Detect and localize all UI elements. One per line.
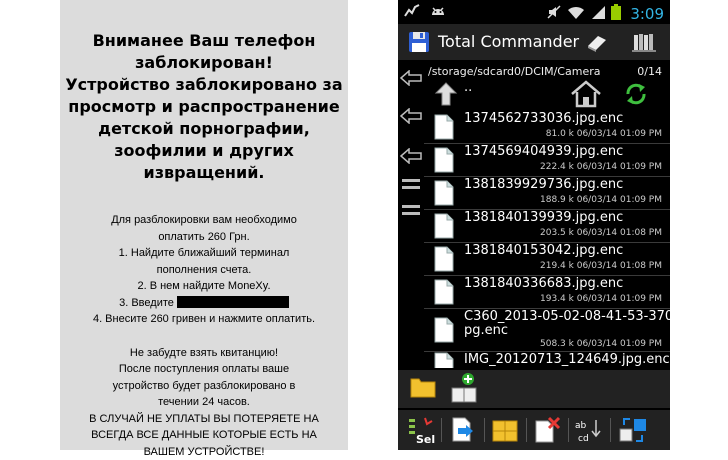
selection-count: 0/14 <box>637 65 662 78</box>
file-meta: 203.5 k 06/03/14 01:08 PM <box>540 228 662 238</box>
file-meta: 508.3 k 06/03/14 01:09 PM <box>540 339 662 349</box>
add-drive-icon[interactable] <box>450 372 478 404</box>
file-row[interactable]: 1381840336683.jpg.enc 193.4 k 06/03/14 0… <box>424 276 670 309</box>
file-icon <box>434 317 454 343</box>
warning-line: После поступления оплаты ваше <box>60 361 348 378</box>
eraser-icon[interactable] <box>584 32 610 52</box>
quick-actions-bar <box>398 370 670 408</box>
file-meta: 81.0 k 06/03/14 01:09 PM <box>546 129 662 139</box>
file-name: 1381840139939.jpg.enc <box>464 210 623 225</box>
file-name: C360_2013-05-02-08-41-53-370.j <box>464 309 681 324</box>
file-name: 1374562733036.jpg.enc <box>464 111 623 126</box>
warning-line: течении 24 часов. <box>60 394 348 411</box>
menu-lines-icon[interactable] <box>400 176 422 192</box>
bookshelf-icon[interactable] <box>632 32 656 52</box>
file-name: 1381839929736.jpg.enc <box>464 177 623 192</box>
headline-line: Вниманее Ваш телефон <box>60 30 348 52</box>
redaction-bar <box>177 296 289 308</box>
file-row[interactable]: C360_2013-05-02-08-41-53-370.j pg.enc 50… <box>424 309 670 352</box>
file-icon <box>434 279 454 305</box>
warning-line: В СЛУЧАЙ НЕ УПЛАТЫ ВЫ ПОТЕРЯЕТЕ НА <box>60 411 348 428</box>
signal-graph-icon <box>404 3 420 19</box>
headline-line: Устройство заблокировано за <box>60 74 348 96</box>
battery-icon <box>611 4 621 24</box>
ransom-screen: Вниманее Ваш телефон заблокирован! Устро… <box>60 0 348 450</box>
up-arrow-icon[interactable] <box>434 82 458 106</box>
headline-line: зоофилии и других <box>60 140 348 162</box>
back-arrow-icon[interactable] <box>400 148 422 164</box>
file-row[interactable]: 1374569404939.jpg.enc 222.4 k 06/03/14 0… <box>424 144 670 177</box>
file-row[interactable]: 1381840153042.jpg.enc 219.4 k 06/03/14 0… <box>424 243 670 276</box>
file-name: 1381840153042.jpg.enc <box>464 243 623 258</box>
delete-icon[interactable] <box>532 415 562 445</box>
current-path: /storage/sdcard0/DCIM/Camera <box>428 65 600 78</box>
svg-text:Sel: Sel <box>416 433 435 445</box>
step3-label: 3. Введите <box>119 297 174 309</box>
side-navigation <box>398 60 424 410</box>
instruction-line: 2. В нем найдите MoneXy. <box>60 278 348 295</box>
file-icon <box>434 180 454 206</box>
warning-line: ВСЕГДА ВСЕ ДАННЫЕ КОТОРЫЕ ЕСТЬ НА <box>60 427 348 444</box>
instruction-step3: 3. Введите <box>60 295 348 312</box>
warning-line: Не забудте взять квитанцию! <box>60 345 348 362</box>
archive-icon[interactable] <box>490 415 520 445</box>
parent-directory-row[interactable]: .. <box>424 78 670 110</box>
select-icon[interactable]: Sel <box>406 415 436 445</box>
file-meta: 193.4 k 06/03/14 01:09 PM <box>540 294 662 304</box>
file-icon <box>434 114 454 140</box>
file-row[interactable]: 1381840139939.jpg.enc 203.5 k 06/03/14 0… <box>424 210 670 243</box>
instruction-line: Для разблокировки вам необходимо <box>60 212 348 229</box>
warning-line: устройство будет разблокировано в <box>60 378 348 395</box>
headline-line: просмотр и распространение <box>60 96 348 118</box>
file-icon <box>434 213 454 239</box>
file-name: IMG_20120713_124649.jpg.enc <box>464 352 670 367</box>
file-meta: 188.9 k 06/03/14 01:09 PM <box>540 195 662 205</box>
file-name-continued: pg.enc <box>464 323 508 338</box>
toolbar: Sel ab cd <box>398 410 670 450</box>
floppy-disk-icon[interactable] <box>408 31 430 53</box>
instruction-line: 1. Найдите ближайший терминал <box>60 245 348 262</box>
file-list: /storage/sdcard0/DCIM/Camera 0/14 .. 137… <box>424 60 670 407</box>
file-meta: 219.4 k 06/03/14 01:08 PM <box>540 261 662 271</box>
svg-text:cd: cd <box>578 434 589 444</box>
file-row[interactable]: 1381839929736.jpg.enc 188.9 k 06/03/14 0… <box>424 177 670 210</box>
file-icon <box>434 246 454 272</box>
headline-line: заблокирован! <box>60 52 348 74</box>
file-name: 1381840336683.jpg.enc <box>464 276 623 291</box>
ransom-headline: Вниманее Ваш телефон заблокирован! Устро… <box>60 30 348 184</box>
rename-icon[interactable]: ab cd <box>574 415 604 445</box>
svg-text:ab: ab <box>575 421 587 431</box>
app-title: Total Commander <box>438 32 579 51</box>
menu-lines-icon[interactable] <box>400 202 422 218</box>
back-arrow-icon[interactable] <box>400 70 422 86</box>
signal-bars-icon <box>590 4 606 24</box>
instruction-line: 4. Внесите 260 гривен и нажмите оплатить… <box>60 311 348 328</box>
parent-directory-label: .. <box>464 80 472 95</box>
warning-line: ВАШЕМ УСТРОЙСТВЕ! <box>60 444 348 460</box>
instruction-line: оплатить 260 Грн. <box>60 229 348 246</box>
ransom-instructions: Для разблокировки вам необходимо оплатит… <box>60 212 348 460</box>
back-arrow-icon[interactable] <box>400 108 422 124</box>
file-icon <box>434 352 454 368</box>
file-row[interactable]: 1374562733036.jpg.enc 81.0 k 06/03/14 01… <box>424 111 670 144</box>
file-name: 1374569404939.jpg.enc <box>464 144 623 159</box>
app-bar: Total Commander <box>398 24 670 60</box>
instruction-line: пополнения счета. <box>60 262 348 279</box>
refresh-icon[interactable] <box>624 82 648 106</box>
android-icon <box>429 3 445 19</box>
headline-line: извращений. <box>60 162 348 184</box>
mute-icon <box>546 4 562 24</box>
phone-screen: 3:09 Total Commander /storage/ <box>398 0 670 450</box>
copy-move-icon[interactable] <box>448 415 478 445</box>
file-icon <box>434 147 454 173</box>
file-meta: 222.4 k 06/03/14 01:09 PM <box>540 162 662 172</box>
status-bar: 3:09 <box>398 0 670 24</box>
wifi-icon <box>567 4 585 24</box>
home-icon[interactable] <box>570 80 602 108</box>
file-row[interactable]: IMG_20120713_124649.jpg.enc <box>424 352 670 368</box>
headline-line: детской порнографии, <box>60 118 348 140</box>
status-time: 3:09 <box>630 5 664 23</box>
swap-panels-icon[interactable] <box>618 415 648 445</box>
folder-icon[interactable] <box>410 376 436 398</box>
